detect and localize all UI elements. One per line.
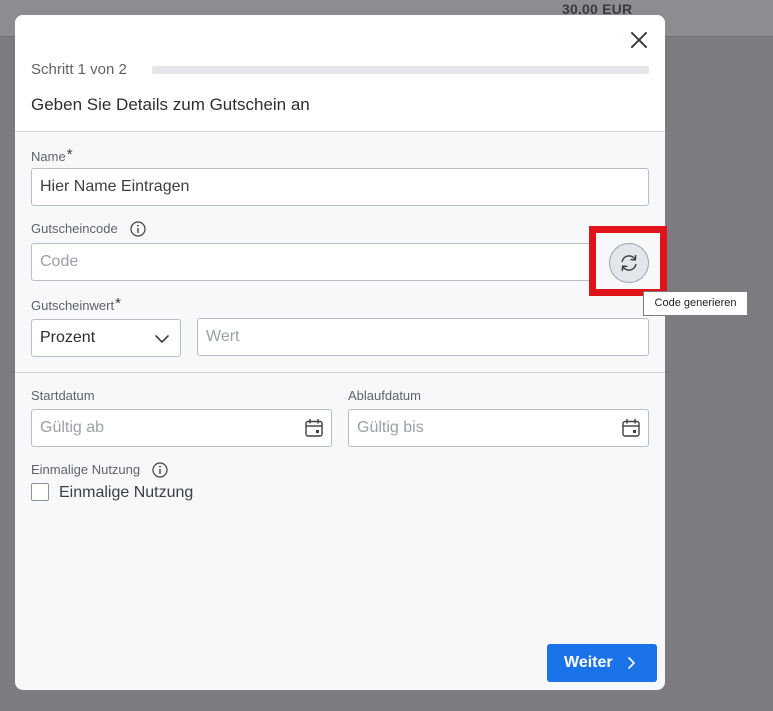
start-date-label: Startdatum bbox=[31, 388, 95, 403]
voucher-value-input[interactable] bbox=[197, 318, 649, 356]
name-input[interactable] bbox=[31, 168, 649, 206]
start-date-input[interactable] bbox=[31, 409, 332, 447]
dialog-title: Geben Sie Details zum Gutschein an bbox=[31, 95, 310, 114]
info-icon[interactable] bbox=[152, 462, 168, 478]
info-icon[interactable] bbox=[130, 221, 146, 237]
background-price: 30,00 EUR bbox=[562, 2, 633, 14]
next-button[interactable]: Weiter bbox=[547, 644, 657, 682]
value-type-selected: Prozent bbox=[40, 329, 96, 346]
single-use-checkbox-label[interactable]: Einmalige Nutzung bbox=[59, 484, 193, 502]
voucher-code-label: Gutscheincode bbox=[31, 221, 118, 236]
generate-code-button[interactable] bbox=[609, 243, 649, 283]
voucher-dialog: Schritt 1 von 2 Geben Sie Details zum Gu… bbox=[15, 15, 665, 690]
chevron-down-icon bbox=[155, 335, 169, 343]
calendar-icon[interactable] bbox=[621, 418, 641, 438]
expiry-date-input[interactable] bbox=[348, 409, 649, 447]
next-button-label: Weiter bbox=[564, 654, 613, 671]
chevron-right-icon bbox=[628, 657, 635, 669]
required-asterisk: * bbox=[115, 295, 121, 312]
generate-code-tooltip: Code generieren bbox=[643, 291, 748, 316]
expiry-date-label: Ablaufdatum bbox=[348, 388, 421, 403]
required-asterisk: * bbox=[66, 146, 73, 163]
step-progress-bar bbox=[152, 66, 649, 74]
calendar-icon[interactable] bbox=[304, 418, 324, 438]
section-divider bbox=[15, 372, 665, 373]
single-use-checkbox[interactable] bbox=[31, 483, 49, 501]
name-label: Name* bbox=[31, 146, 73, 165]
close-icon bbox=[631, 32, 647, 48]
voucher-code-input[interactable] bbox=[31, 243, 649, 281]
single-use-label: Einmalige Nutzung bbox=[31, 462, 141, 477]
close-button[interactable] bbox=[628, 29, 650, 51]
value-type-select[interactable]: Prozent bbox=[31, 319, 181, 357]
dialog-header: Schritt 1 von 2 Geben Sie Details zum Gu… bbox=[15, 15, 665, 132]
step-indicator: Schritt 1 von 2 bbox=[31, 61, 127, 78]
voucher-value-label: Gutscheinwert* bbox=[31, 295, 121, 314]
refresh-icon bbox=[621, 254, 637, 272]
